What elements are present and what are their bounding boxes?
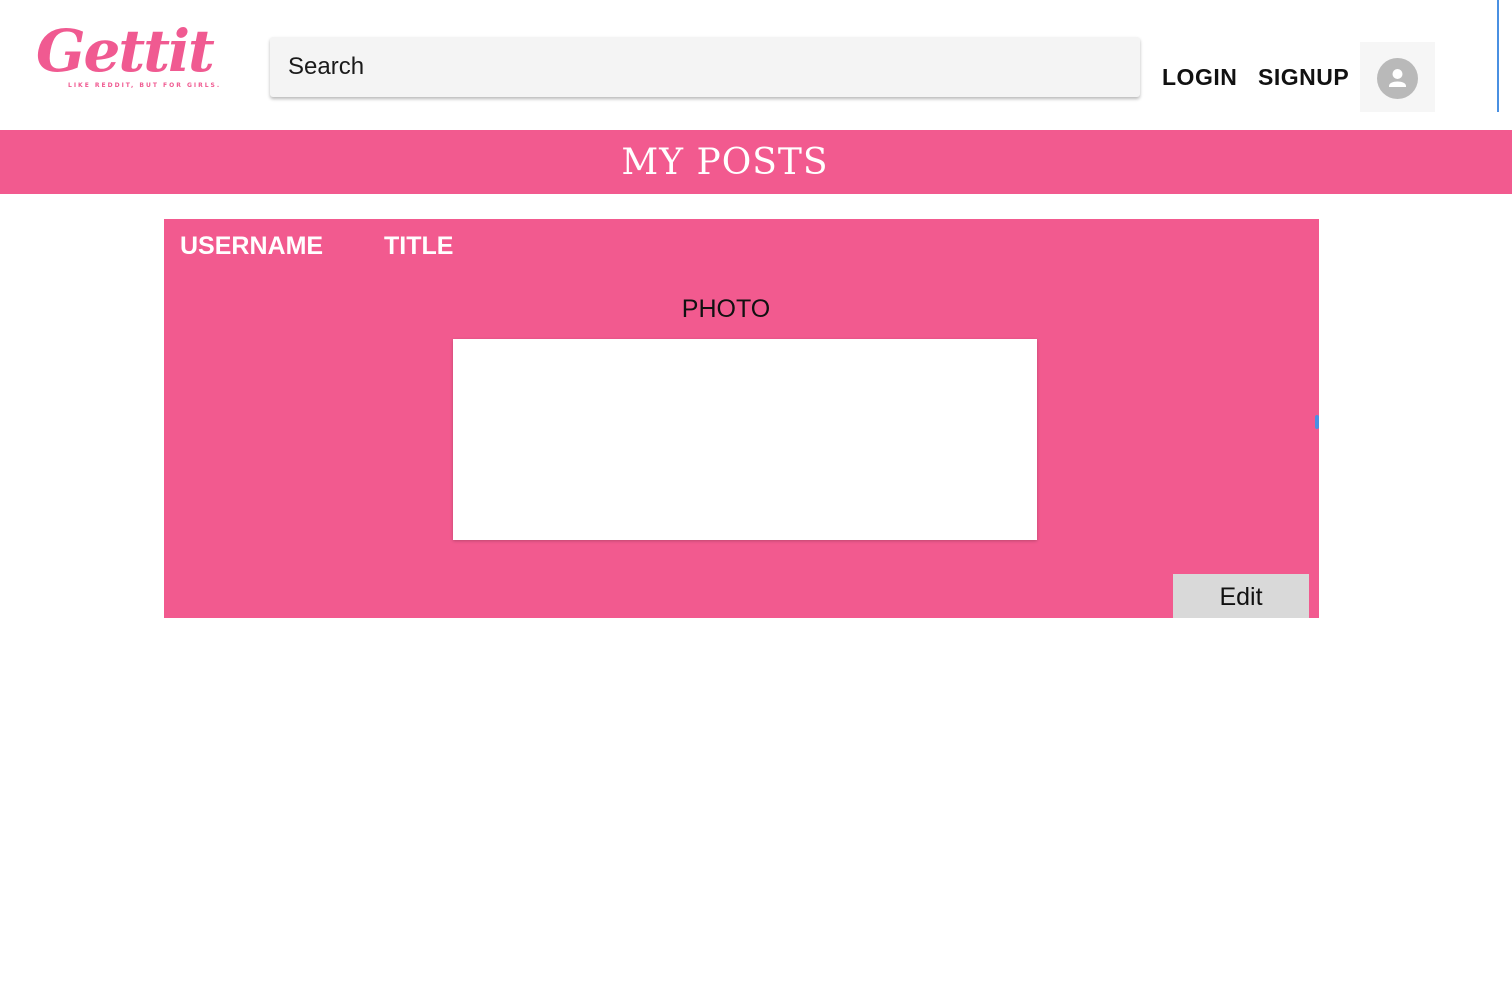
post-photo [453,339,1037,540]
user-avatar-icon [1377,58,1418,99]
header: Gettit LIKE REDDIT, BUT FOR GIRLS. LOGIN… [0,0,1512,130]
window-edge [1497,0,1499,112]
avatar-button[interactable] [1360,42,1435,112]
logo-wordmark: Gettit [36,17,215,85]
post-card: USERNAME TITLE PHOTO Edit [164,219,1319,618]
search-bar[interactable] [270,37,1140,97]
page-banner: MY POSTS [0,130,1512,194]
post-username: USERNAME [180,232,324,260]
post-title: TITLE [384,232,454,260]
edit-button[interactable]: Edit [1173,574,1309,618]
search-input[interactable] [270,37,1140,97]
scroll-indicator [1315,415,1319,429]
logo-tagline: LIKE REDDIT, BUT FOR GIRLS. [68,82,222,89]
login-link[interactable]: LOGIN [1162,64,1237,91]
post-photo-label: PHOTO [681,295,771,323]
page-title: MY POSTS [621,142,829,183]
gettit-logo[interactable]: Gettit LIKE REDDIT, BUT FOR GIRLS. [36,18,226,100]
signup-link[interactable]: SIGNUP [1258,64,1349,91]
